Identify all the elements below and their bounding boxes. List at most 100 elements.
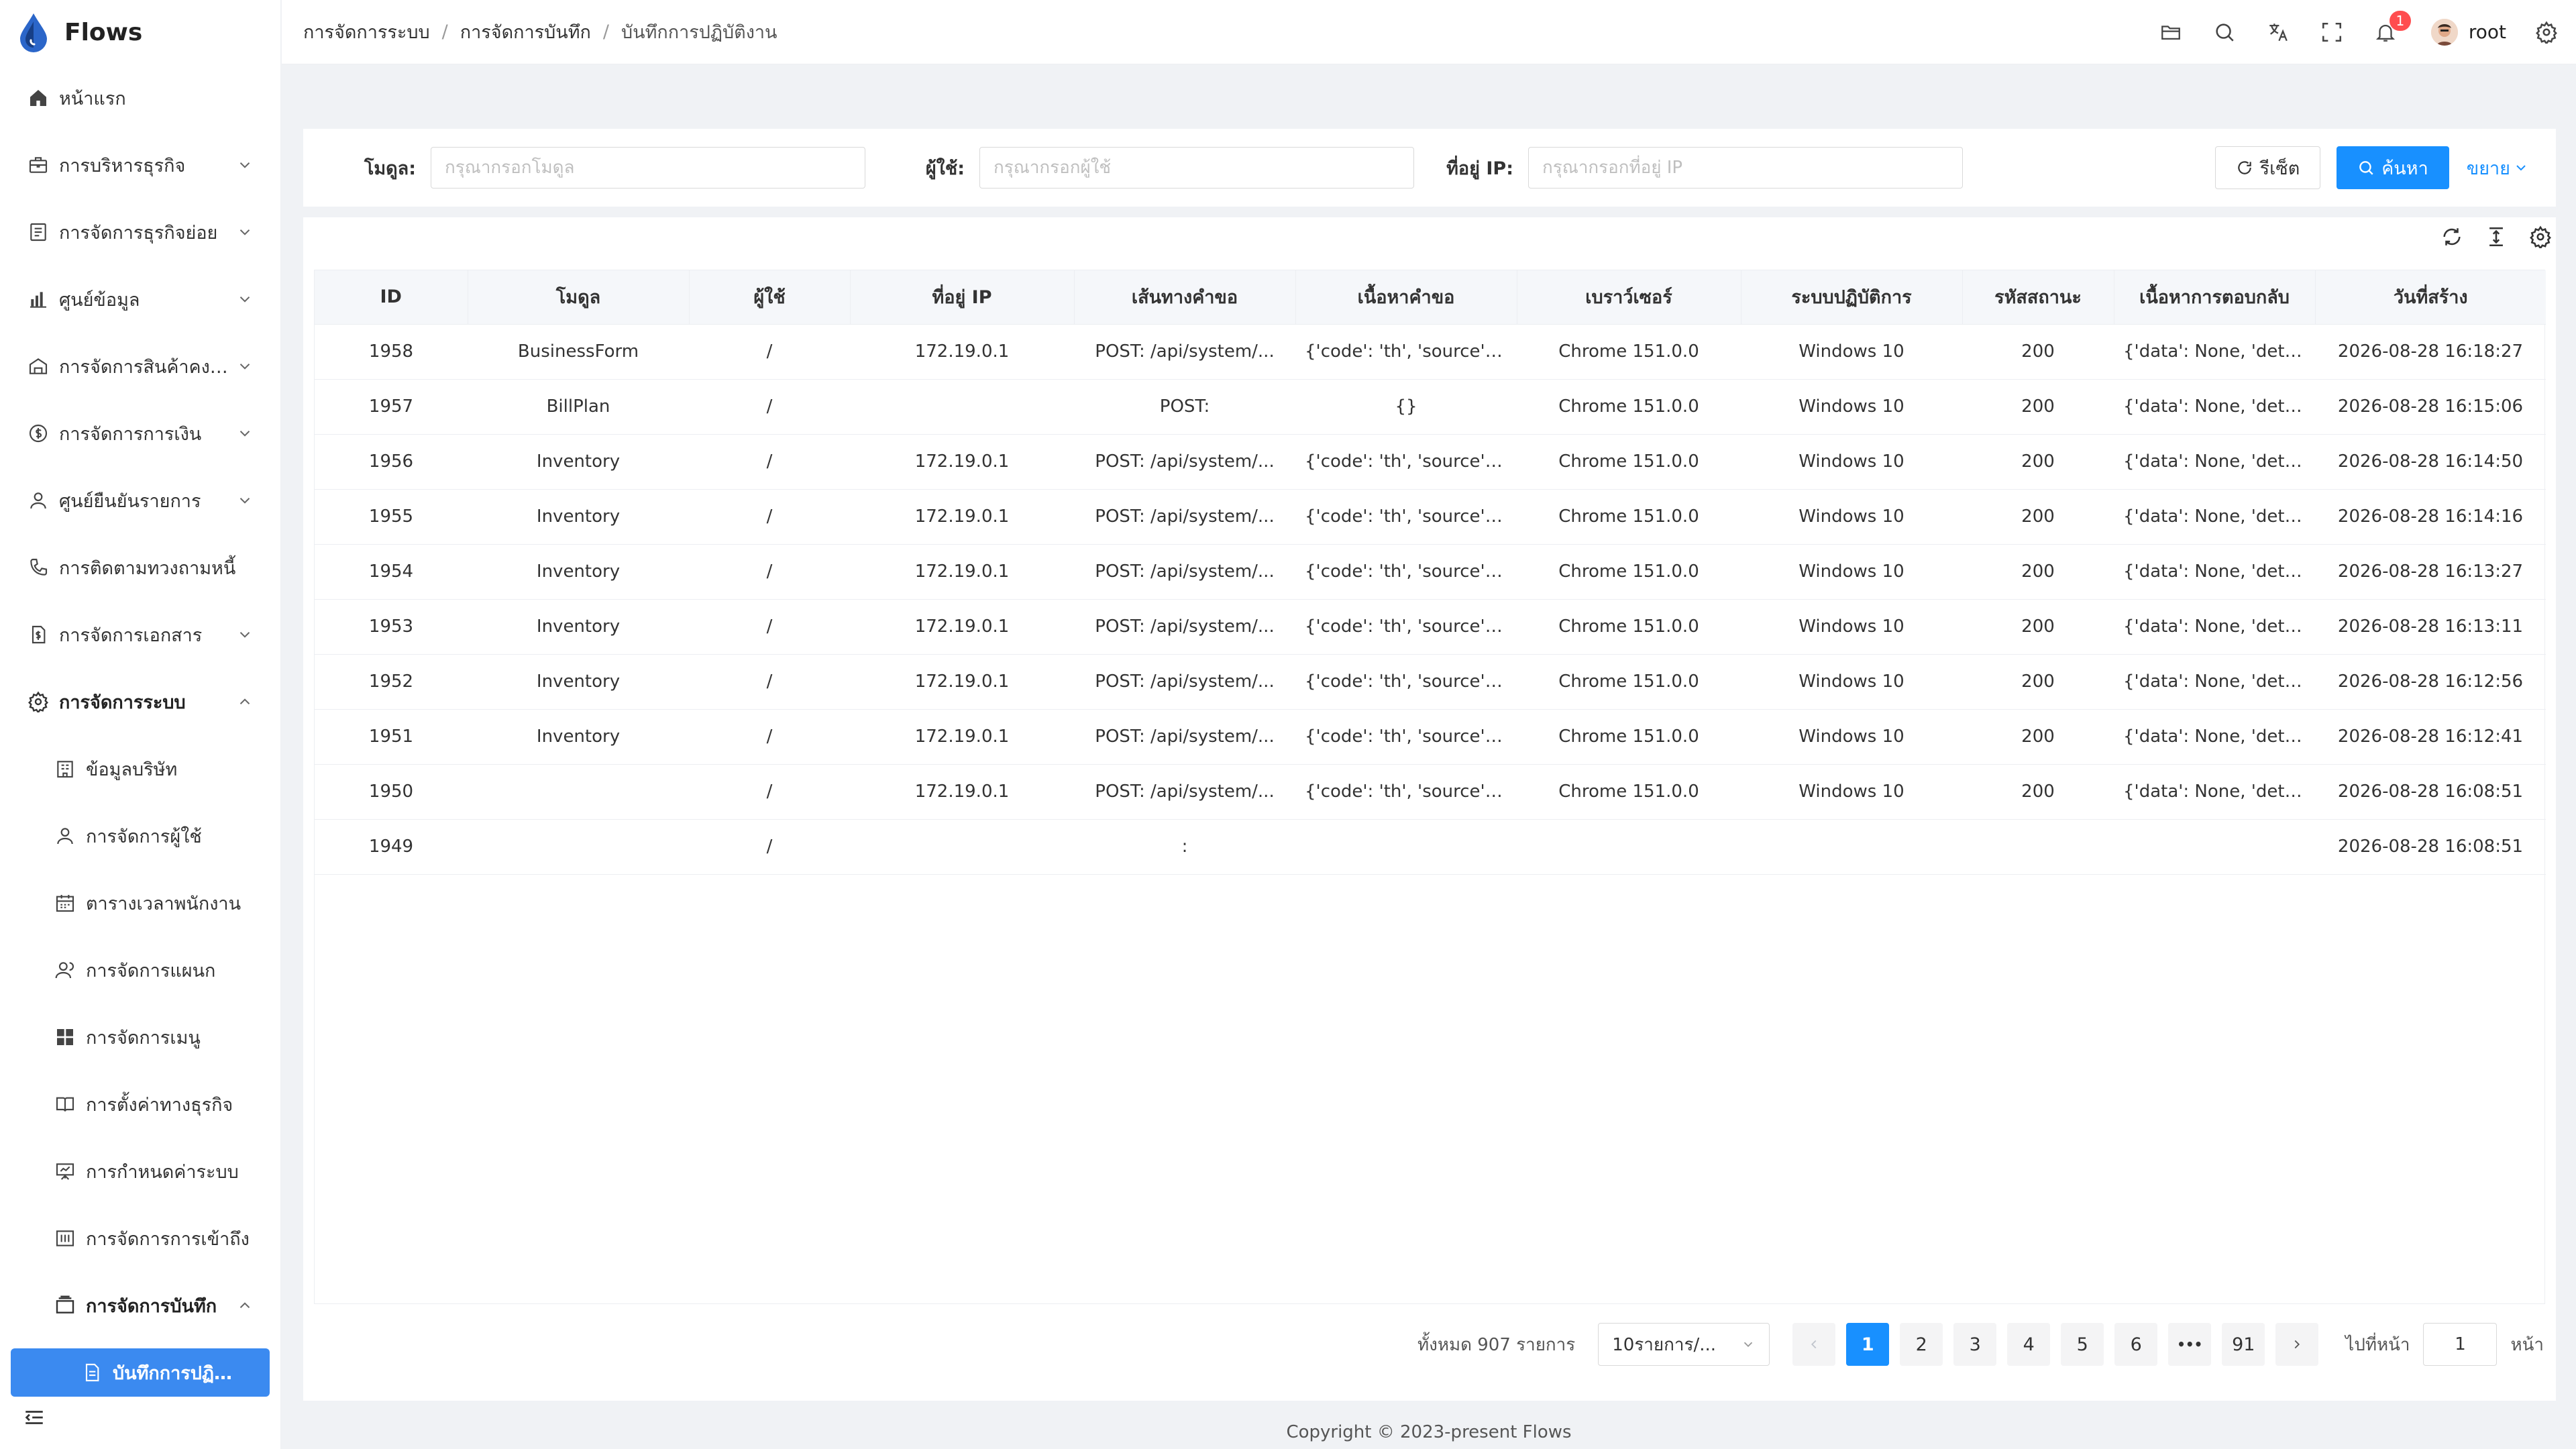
column-header[interactable]: ID (315, 270, 468, 325)
settings-icon[interactable] (2533, 19, 2560, 46)
column-header[interactable]: โมดูล (468, 270, 690, 325)
sidebar-item-label: ศูนย์ยืนยันรายการ (59, 490, 201, 512)
next-page-button[interactable] (2275, 1323, 2319, 1366)
breadcrumb-item[interactable]: การจัดการระบบ (303, 17, 430, 46)
table-row[interactable]: 1956 Inventory/172.19.0.1 POST: /api/syste… (315, 434, 2546, 490)
user-input[interactable] (979, 147, 1414, 189)
reset-button[interactable]: รีเซ็ต (2214, 146, 2321, 189)
module-input[interactable] (431, 147, 865, 189)
table-row[interactable]: 1955 Inventory/172.19.0.1 POST: /api/syste… (315, 489, 2546, 545)
table-cell: 2026-08-28 16:14:16 (2315, 489, 2546, 545)
table-row[interactable]: 1953 Inventory/172.19.0.1 POST: /api/syste… (315, 599, 2546, 655)
table-row[interactable]: 1949 /: 2026-08-28 16:08:51 (315, 819, 2546, 875)
document-list-icon (27, 221, 50, 244)
chevron-down-icon (239, 297, 250, 303)
sidebar-item-system[interactable]: การจัดการระบบ (0, 668, 280, 735)
table-cell: BusinessForm (468, 324, 689, 380)
page-button[interactable]: 3 (1953, 1323, 1997, 1366)
table-cell: Windows 10 (1741, 709, 1962, 765)
sidebar-item-system-config[interactable]: การกำหนดค่าระบบ (0, 1138, 280, 1205)
prev-page-button[interactable] (1792, 1323, 1836, 1366)
table-cell: 2026-08-28 16:18:27 (2315, 324, 2546, 380)
column-header[interactable]: รหัสสถานะ (1962, 270, 2114, 325)
table-cell (850, 379, 1074, 435)
table-row[interactable]: 1950 /172.19.0.1 POST: /api/system/... {'co… (315, 764, 2546, 820)
refresh-icon[interactable] (2440, 225, 2463, 248)
column-header[interactable]: เนื้อหาการตอบกลับ (2114, 270, 2316, 325)
expand-link[interactable]: ขยาย (2467, 154, 2529, 182)
page-button[interactable]: 5 (2061, 1323, 2104, 1366)
sidebar-item-user-management[interactable]: การจัดการผู้ใช้ (0, 802, 280, 869)
page-button[interactable]: 4 (2007, 1323, 2051, 1366)
table-row[interactable]: 1952 Inventory/172.19.0.1 POST: /api/syste… (315, 654, 2546, 710)
table-cell: Windows 10 (1741, 489, 1962, 545)
sidebar-item-documents[interactable]: การจัดการเอกสาร (0, 601, 280, 668)
table-cell (468, 764, 689, 820)
column-header[interactable]: เนื้อหาคำขอ (1295, 270, 1517, 325)
page-button[interactable]: 91 (2222, 1323, 2265, 1366)
table-cell: 172.19.0.1 (850, 434, 1074, 490)
sidebar-item-sub-business[interactable]: การจัดการธุรกิจย่อย (0, 199, 280, 266)
column-header[interactable]: ที่อยู่ IP (850, 270, 1075, 325)
page-size-select[interactable]: 10รายการ/... (1598, 1323, 1770, 1366)
translate-icon[interactable] (2265, 19, 2292, 46)
folder-icon[interactable] (2157, 19, 2184, 46)
settings-icon[interactable] (2529, 225, 2552, 248)
sidebar-item-log-management[interactable]: การจัดการบันทึก (0, 1272, 280, 1339)
sidebar-item-verification[interactable]: ศูนย์ยืนยันรายการ (0, 467, 280, 534)
table-cell: 200 (1962, 489, 2114, 545)
table-row[interactable]: 1951 Inventory/172.19.0.1 POST: /api/syste… (315, 709, 2546, 765)
ip-input[interactable] (1528, 147, 1963, 189)
page-button[interactable]: 1 (1846, 1323, 1890, 1366)
search-button[interactable]: ค้นหา (2337, 146, 2449, 189)
table-cell: Chrome 151.0.0 (1517, 434, 1741, 490)
column-header[interactable]: เบราว์เซอร์ (1517, 270, 1741, 325)
column-header[interactable]: เส้นทางคำขอ (1074, 270, 1296, 325)
sidebar-item-data-center[interactable]: ศูนย์ข้อมูล (0, 266, 280, 333)
sidebar-item-company-info[interactable]: ข้อมูลบริษัท (0, 735, 280, 802)
sidebar-item-label: การจัดการสินค้าคงคลัง (59, 356, 236, 378)
column-header[interactable]: ระบบปฏิบัติการ (1741, 270, 1963, 325)
sidebar-item-label: หน้าแรก (59, 88, 126, 109)
page-button[interactable]: 2 (1900, 1323, 1943, 1366)
sidebar-item-department[interactable]: การจัดการแผนก (0, 936, 280, 1004)
breadcrumb-item[interactable]: การจัดการบันทึก (460, 17, 591, 46)
table-cell (850, 819, 1074, 875)
table-row[interactable]: 1957 BillPlan / POST:{} Chrome 151.0.0 Window… (315, 379, 2546, 435)
sidebar-item-business-admin[interactable]: การบริหารธุรกิจ (0, 131, 280, 199)
page-size-value: 10รายการ/... (1612, 1334, 1716, 1355)
table-row[interactable]: 1954 Inventory/172.19.0.1 POST: /api/syste… (315, 544, 2546, 600)
sidebar-item-access[interactable]: การจัดการการเข้าถึง (0, 1205, 280, 1272)
sidebar-item-inventory[interactable]: การจัดการสินค้าคงคลัง (0, 333, 280, 400)
sidebar-menu: หน้าแรก การบริหารธุรกิจ การจัดการธุรกิจย… (0, 64, 280, 1397)
user-menu[interactable]: root (2430, 18, 2506, 46)
sidebar-item-label: การตั้งค่าทางธุรกิจ (86, 1094, 233, 1116)
column-header[interactable]: วันที่สร้าง (2315, 270, 2546, 325)
page-button[interactable]: 6 (2114, 1323, 2158, 1366)
sidebar-item-debt-collection[interactable]: การติดตามทวงถามหนี้ (0, 534, 280, 601)
sidebar-item-label: การจัดการเมนู (86, 1027, 201, 1049)
table-cell: 2026-08-28 16:13:27 (2315, 544, 2546, 600)
table-row[interactable]: 1958 BusinessForm/172.19.0.1 POST: /api/sy… (315, 324, 2546, 380)
column-height-icon[interactable] (2485, 225, 2508, 248)
sidebar-item-menu-management[interactable]: การจัดการเมนู (0, 1004, 280, 1071)
sidebar-item-staff-schedule[interactable]: ตารางเวลาพนักงาน (0, 869, 280, 936)
sidebar-item-home[interactable]: หน้าแรก (0, 64, 280, 131)
sidebar-item-business-settings[interactable]: การตั้งค่าทางธุรกิจ (0, 1071, 280, 1138)
table-cell: Windows 10 (1741, 324, 1962, 380)
table-cell: / (689, 489, 850, 545)
brand[interactable]: Flows (0, 0, 280, 64)
username: root (2468, 21, 2506, 43)
sidebar-item-label: การติดตามทวงถามหนี้ (59, 557, 236, 579)
column-header[interactable]: ผู้ใช้ (689, 270, 851, 325)
bell-icon[interactable]: 1 (2372, 10, 2411, 46)
goto-page-input[interactable] (2423, 1323, 2498, 1366)
fullscreen-icon[interactable] (2318, 19, 2345, 46)
page-ellipsis[interactable]: ••• (2168, 1323, 2212, 1366)
collapse-sidebar-icon[interactable] (23, 1406, 46, 1429)
table-cell: Chrome 151.0.0 (1517, 599, 1741, 655)
table-cell: POST: /api/system/... (1074, 324, 1295, 380)
sidebar-item-operation-log[interactable]: บันทึกการปฏิบัติงาน (11, 1348, 270, 1397)
sidebar-item-finance[interactable]: การจัดการการเงิน (0, 400, 280, 467)
search-icon[interactable] (2211, 19, 2238, 46)
